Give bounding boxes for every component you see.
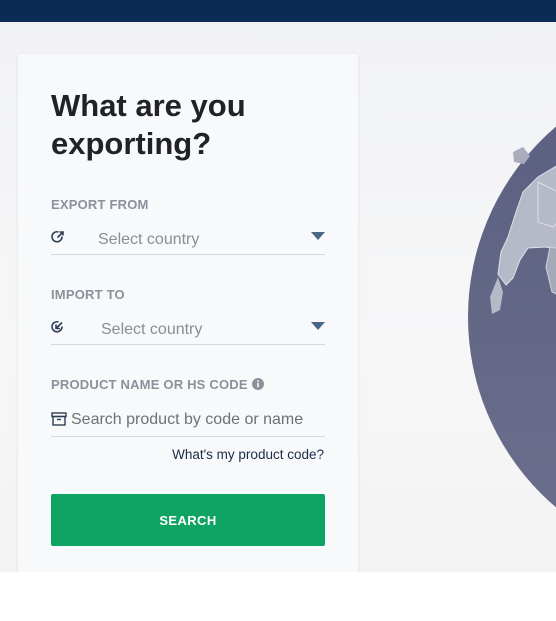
card-title: What are you exporting? (51, 88, 246, 161)
globe-illustration (468, 126, 556, 508)
top-navigation-bar (0, 0, 556, 22)
hero-section: What are you exporting? EXPORT FROM Sele… (0, 22, 556, 572)
export-search-card: What are you exporting? EXPORT FROM Sele… (18, 54, 358, 572)
export-from-label: EXPORT FROM (51, 197, 149, 212)
export-from-select[interactable]: Select country (51, 225, 325, 255)
search-button[interactable]: SEARCH (51, 494, 325, 546)
caret-down-icon (311, 232, 325, 240)
product-search-field (51, 405, 325, 437)
caret-down-icon (311, 322, 325, 330)
product-label: PRODUCT NAME OR HS CODE (51, 377, 264, 392)
product-code-help-link[interactable]: What's my product code? (172, 447, 324, 462)
import-to-value: Select country (101, 321, 203, 338)
export-arrow-icon (51, 230, 64, 243)
product-search-input[interactable] (71, 406, 325, 434)
info-icon[interactable] (251, 378, 264, 390)
archive-box-icon (51, 412, 67, 426)
import-to-label: IMPORT TO (51, 287, 125, 302)
import-arrow-icon (51, 320, 63, 333)
export-from-value: Select country (98, 231, 200, 248)
import-to-select[interactable]: Select country (51, 315, 325, 345)
product-label-text: PRODUCT NAME OR HS CODE (51, 377, 248, 392)
